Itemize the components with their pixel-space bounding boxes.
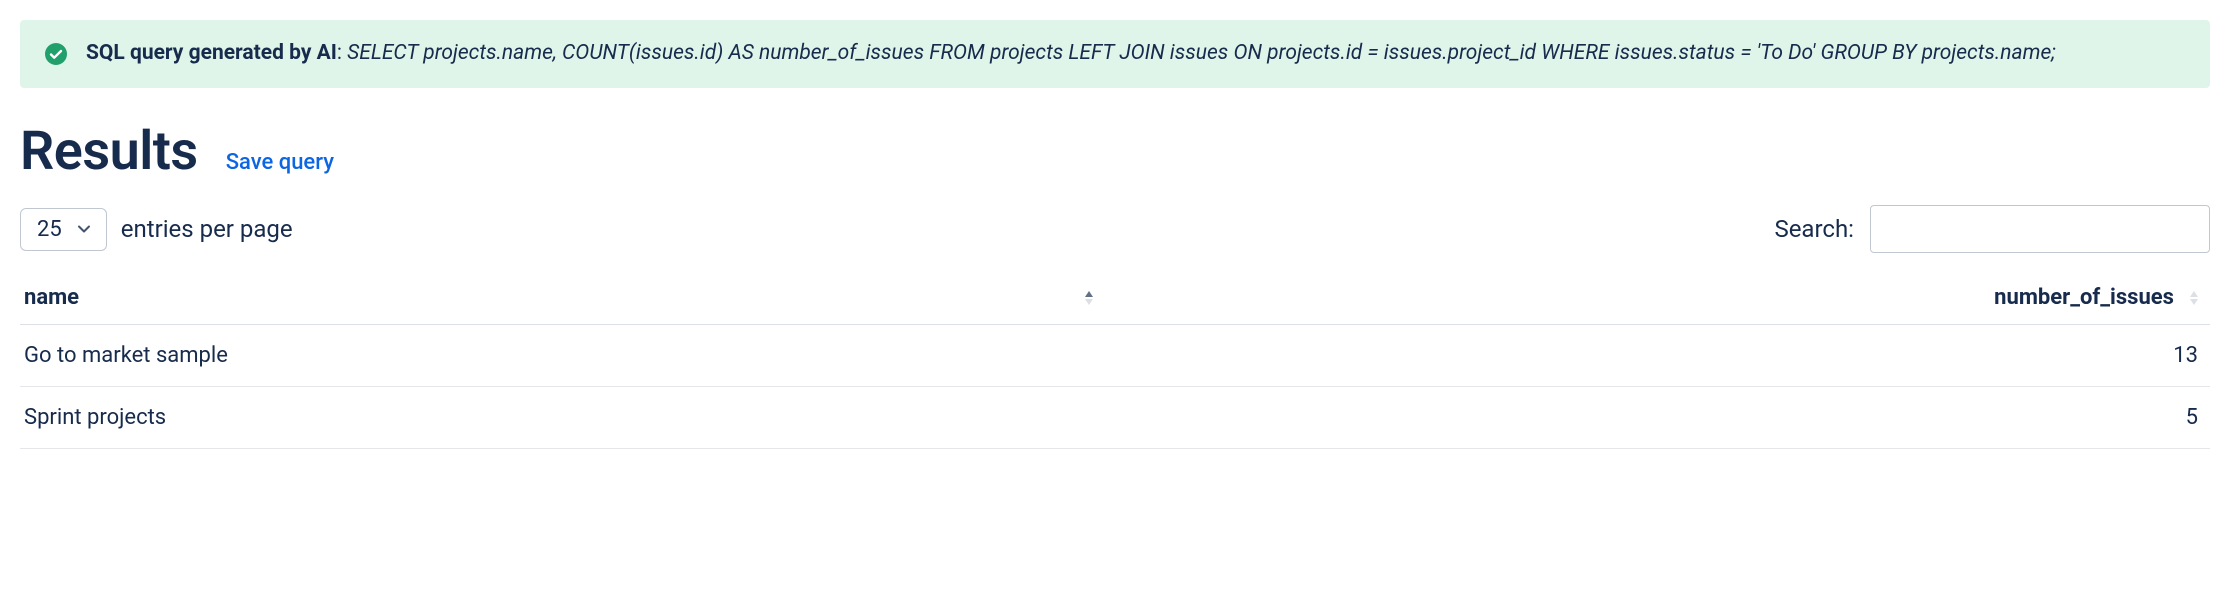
table-row: Go to market sample 13 <box>20 325 2210 387</box>
sql-alert: SQL query generated by AI: SELECT projec… <box>20 20 2210 88</box>
column-header-name[interactable]: name <box>20 271 1105 325</box>
page-size-controls: 25 entries per page <box>20 208 293 251</box>
column-header-issues[interactable]: number_of_issues <box>1105 271 2210 325</box>
results-table: name number_of_issues Go to market sampl… <box>20 271 2210 449</box>
save-query-link[interactable]: Save query <box>226 150 334 175</box>
column-header-name-label: name <box>24 285 79 310</box>
entries-per-page-label: entries per page <box>121 215 293 243</box>
page-title: Results <box>20 120 198 183</box>
chevron-down-icon <box>76 221 92 237</box>
cell-name: Go to market sample <box>20 325 1105 387</box>
column-header-issues-label: number_of_issues <box>1994 285 2174 310</box>
table-row: Sprint projects 5 <box>20 387 2210 449</box>
results-header: Results Save query <box>20 120 2210 183</box>
table-header-row: name number_of_issues <box>20 271 2210 325</box>
cell-name: Sprint projects <box>20 387 1105 449</box>
search-input[interactable] <box>1870 205 2210 253</box>
cell-issues: 13 <box>1105 325 2210 387</box>
search-controls: Search: <box>1774 205 2210 253</box>
sort-icon <box>2188 290 2200 306</box>
success-check-icon <box>44 42 68 70</box>
page-size-select[interactable]: 25 <box>20 208 107 251</box>
cell-issues: 5 <box>1105 387 2210 449</box>
sql-alert-text: SQL query generated by AI: SELECT projec… <box>86 38 2056 70</box>
page-size-value: 25 <box>37 217 62 242</box>
sql-alert-query: SELECT projects.name, COUNT(issues.id) A… <box>347 41 2056 65</box>
sql-alert-separator: : <box>337 41 347 65</box>
search-label: Search: <box>1774 215 1854 243</box>
sql-alert-label: SQL query generated by AI <box>86 41 337 65</box>
sort-icon <box>1083 290 1095 306</box>
table-controls: 25 entries per page Search: <box>20 205 2210 253</box>
